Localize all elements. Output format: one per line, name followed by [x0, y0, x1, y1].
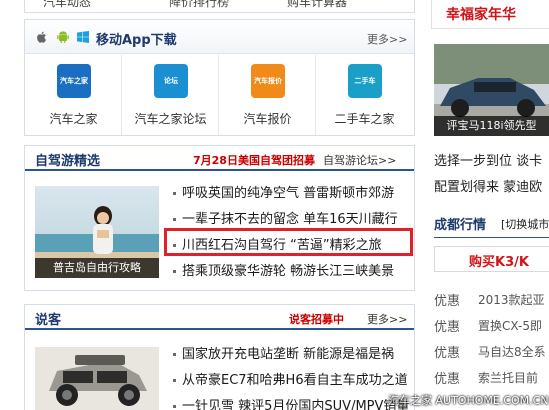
talk-promo-link[interactable]: 说客招募中	[289, 311, 344, 327]
travel-news-item[interactable]: 呼吸英国的纯净空气 普雷斯顿市郊游	[173, 182, 394, 201]
news-text: 从帝豪EC7和哈弗H6看自主车成功之道	[182, 373, 408, 388]
city-market-label: 成都行情	[434, 218, 487, 233]
deal-tag: 优惠	[434, 320, 461, 335]
top-link-2[interactable]: 降价排行榜	[169, 0, 229, 10]
travel-header: 自驾游精选 7月28日美国自驾团招募 自驾游论坛>>	[25, 146, 414, 171]
travel-promo-link[interactable]: 7月28日美国自驾团招募	[193, 152, 315, 168]
price-app-icon: 汽车报价	[251, 64, 285, 98]
deal-text[interactable]: 索兰托目前	[478, 369, 538, 386]
deal-tag: 优惠	[434, 372, 461, 387]
app-list: 汽车之家 汽车之家 论坛 汽车之家论坛 汽车报价 汽车报价 二手车 二手车之家	[25, 55, 414, 135]
android-icon[interactable]	[56, 30, 70, 44]
news-text: 一针见雪 辣评5月份国内SUV/MPV销量	[182, 399, 410, 410]
app-label: 汽车之家论坛	[134, 112, 207, 126]
talk-header: 说客 说客招募中 更多>>	[25, 305, 414, 330]
promo-banner[interactable]: 幸福家年华	[431, 0, 549, 29]
app-item-autohome[interactable]: 汽车之家 汽车之家	[25, 55, 122, 135]
right-news-line[interactable]: 选择一步到位 谈卡	[434, 150, 542, 169]
app-label: 二手车之家	[334, 112, 395, 126]
travel-news-item[interactable]: 搭乘顶级豪华游轮 畅游长江三峡美景	[173, 260, 394, 279]
news-text: 国家放开充电站垄断 新能源是福是祸	[182, 347, 395, 362]
top-link-1[interactable]: 汽车动态	[43, 0, 91, 10]
app-download-title[interactable]: 移动App下载	[96, 29, 177, 48]
switch-city-link[interactable]: [切换城市	[501, 216, 549, 232]
app-item-price[interactable]: 汽车报价 汽车报价	[219, 55, 316, 135]
autohome-app-icon: 汽车之家	[57, 64, 91, 98]
site-watermark: 汽车之家 AUTOHOME.COM.CN	[388, 394, 549, 407]
app-item-forum[interactable]: 论坛 汽车之家论坛	[122, 55, 219, 135]
travel-title[interactable]: 自驾游精选	[35, 150, 100, 169]
right-column: 幸福家年华 评宝马118i领先型 选择一步到位 谈卡 配置划得来 蒙迪欧 成都行…	[431, 0, 549, 410]
deal-tag: 优惠	[434, 346, 461, 361]
deal-tag: 优惠	[434, 294, 461, 309]
divider	[434, 237, 549, 238]
deal-text[interactable]: 马自达8全系	[478, 343, 546, 360]
top-link-strip: 汽车动态 降价排行榜 购车计算器	[24, 0, 415, 13]
talk-panel: 说客 说客招募中 更多>> 国家放开充电站垄断 新能源是福是祸 从帝豪EC7和哈…	[24, 304, 415, 410]
talk-more-link[interactable]: 更多>>	[367, 311, 407, 327]
buy-button-label: 购买K3/K	[469, 255, 529, 270]
talk-photo[interactable]	[35, 347, 159, 410]
buy-button[interactable]: 购买K3/K	[434, 246, 549, 272]
car-review-photo[interactable]: 评宝马118i领先型	[434, 44, 549, 136]
app-label: 汽车报价	[243, 112, 292, 126]
talk-news-item[interactable]: 国家放开充电站垄断 新能源是福是祸	[173, 343, 394, 362]
app-download-header: 移动App下载 更多>>	[25, 20, 414, 54]
travel-photo-caption: 普吉岛自由行攻略	[35, 258, 159, 278]
app-item-usedcar[interactable]: 二手车 二手车之家	[316, 55, 413, 135]
news-text: 搭乘顶级豪华游轮 畅游长江三峡美景	[182, 264, 395, 279]
travel-news-item[interactable]: 一辈子抹不去的留念 单车16天川藏行	[173, 208, 398, 227]
news-text: 一辈子抹不去的留念 单车16天川藏行	[182, 212, 398, 227]
suv-photo-image	[35, 347, 159, 410]
app-download-panel: 移动App下载 更多>> 汽车之家 汽车之家 论坛 汽车之家论坛 汽车报价 汽车…	[24, 19, 415, 136]
top-link-3[interactable]: 购车计算器	[287, 0, 347, 10]
forum-app-icon: 论坛	[154, 64, 188, 98]
talk-title[interactable]: 说客	[35, 309, 61, 328]
right-news-line[interactable]: 配置划得来 蒙迪欧	[434, 176, 542, 195]
deal-text[interactable]: 2013款起亚	[478, 291, 545, 308]
app-more-link[interactable]: 更多>>	[367, 31, 407, 47]
travel-photo[interactable]: 普吉岛自由行攻略	[35, 186, 159, 278]
apple-icon[interactable]	[35, 30, 49, 44]
deal-text[interactable]: 置换CX-5即	[478, 317, 542, 334]
talk-news-item[interactable]: 一针见雪 辣评5月份国内SUV/MPV销量	[173, 395, 409, 410]
app-label: 汽车之家	[49, 112, 98, 126]
news-text: 呼吸英国的纯净空气 普雷斯顿市郊游	[182, 186, 395, 201]
talk-news-item[interactable]: 从帝豪EC7和哈弗H6看自主车成功之道	[173, 369, 408, 388]
car-review-caption: 评宝马118i领先型	[434, 116, 549, 136]
windows-icon[interactable]	[76, 30, 90, 44]
promo-banner-text: 幸福家年华	[446, 7, 516, 23]
selection-highlight-box	[164, 228, 413, 256]
travel-forum-link[interactable]: 自驾游论坛>>	[323, 152, 396, 168]
usedcar-app-icon: 二手车	[348, 64, 382, 98]
travel-panel: 自驾游精选 7月28日美国自驾团招募 自驾游论坛>> 普吉岛自由行攻略 呼吸英国…	[24, 145, 415, 291]
